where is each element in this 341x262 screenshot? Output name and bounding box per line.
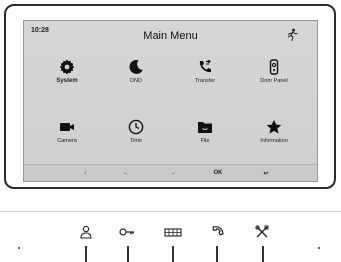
page-title: Main Menu [143, 30, 198, 42]
nav-left-button[interactable]: ← [117, 168, 135, 178]
gear-icon [59, 59, 75, 75]
person-button[interactable] [76, 222, 96, 242]
callout-line [262, 246, 264, 262]
menu-item-information[interactable]: Information [244, 119, 304, 144]
menu-item-dnd[interactable]: DND [106, 59, 166, 84]
folder-icon [198, 122, 212, 133]
key-icon [119, 228, 134, 236]
clock-icon [128, 119, 144, 135]
handset-button[interactable] [207, 222, 227, 242]
menu-item-label: File [200, 138, 210, 144]
callout-line [216, 246, 218, 262]
menu-item-label: Information [260, 138, 288, 144]
star-icon [266, 119, 282, 134]
gate-button[interactable] [163, 222, 183, 242]
menu-item-label: Camera [57, 138, 77, 144]
nav-right-button[interactable]: → [164, 168, 182, 178]
phone-forward-icon [199, 59, 211, 73]
menu-item-file[interactable]: File [175, 119, 235, 144]
nav-back-button[interactable]: ↩ [257, 168, 275, 178]
moon-icon [129, 59, 143, 74]
menu-item-label: Time [129, 138, 143, 144]
tools-button[interactable] [252, 222, 272, 242]
panel-divider [0, 211, 341, 212]
callout-line [172, 246, 174, 262]
nav-down-button[interactable]: ↓ [76, 168, 94, 178]
menu-item-camera[interactable]: Camera [37, 119, 97, 144]
menu-item-time[interactable]: Time [106, 119, 166, 144]
video-camera-icon [60, 123, 74, 131]
menu-item-door-panel[interactable]: Door Panel [244, 59, 304, 84]
door-panel-icon [269, 59, 279, 75]
nav-bar: ↓ ← → OK ↩ [24, 164, 317, 181]
menu-item-label: System [56, 78, 78, 84]
menu-item-label: Transfer [194, 78, 216, 84]
menu-item-label: Door Panel [260, 78, 288, 84]
callout-line [85, 246, 87, 262]
handset-icon [212, 226, 224, 236]
person-icon [80, 225, 92, 239]
menu-item-label: DND [130, 78, 142, 84]
indicator-dot [318, 247, 320, 249]
menu-item-system[interactable]: System [37, 59, 97, 84]
nav-ok-button[interactable]: OK [209, 168, 227, 178]
tools-icon [255, 225, 269, 238]
gate-icon [164, 228, 182, 237]
intercom-monitor: 10:28 Main Menu System DND Transfer Door… [0, 0, 341, 262]
running-person-icon[interactable] [285, 28, 299, 42]
indicator-dot [18, 247, 20, 249]
callout-line [127, 246, 129, 262]
key-button[interactable] [117, 222, 137, 242]
menu-item-transfer[interactable]: Transfer [175, 59, 235, 84]
screen: 10:28 Main Menu System DND Transfer Door… [23, 20, 318, 182]
